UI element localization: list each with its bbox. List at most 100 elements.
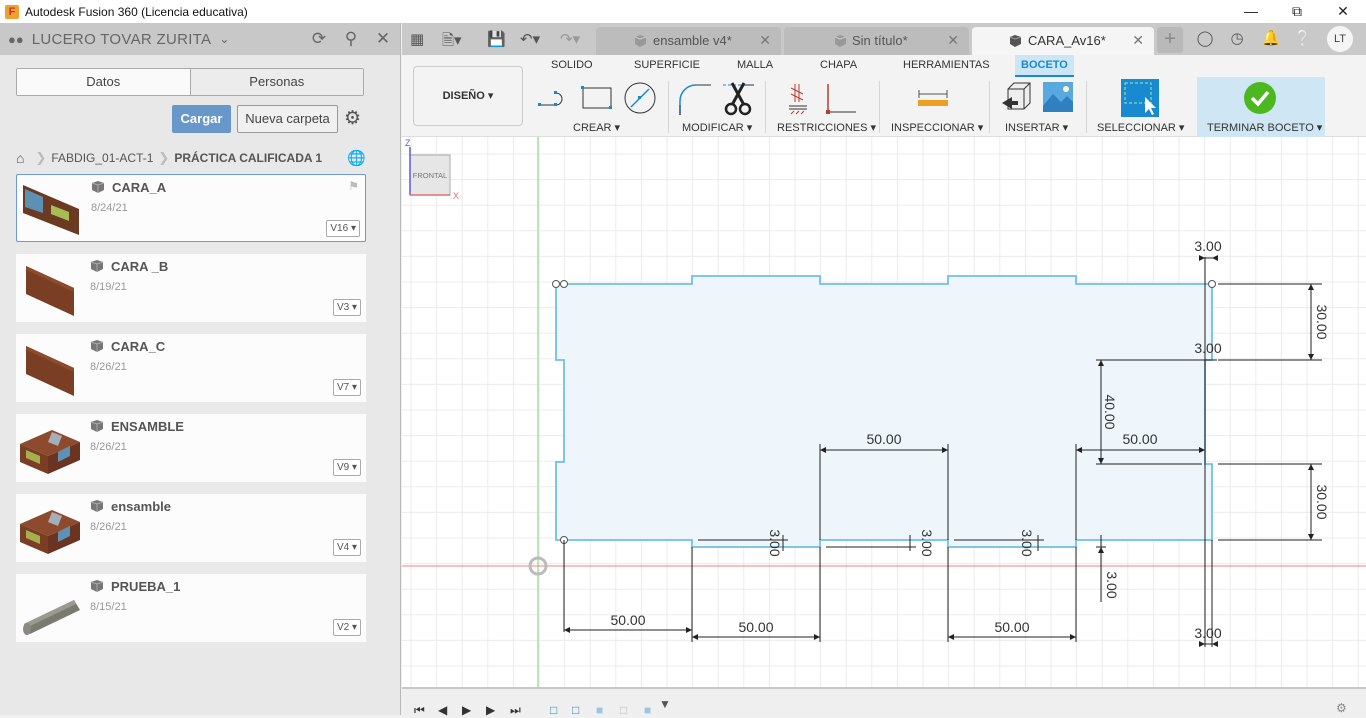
finish-sketch-icon[interactable] xyxy=(1244,82,1276,114)
file-card[interactable]: CARA_C 8/26/21 V7 ▾ xyxy=(16,334,366,402)
fillet-tool-icon[interactable] xyxy=(677,81,713,117)
dimension-value[interactable]: 3.00 xyxy=(1104,571,1120,598)
close-window-button[interactable]: ✕ xyxy=(1320,0,1366,23)
insert-image-icon[interactable] xyxy=(1043,82,1073,112)
line-tool-icon[interactable] xyxy=(536,83,572,113)
file-thumbnail[interactable] xyxy=(18,578,82,638)
file-card[interactable]: ENSAMBLE 8/26/21 V9 ▾ xyxy=(16,414,366,482)
breadcrumb-item[interactable]: FABDIG_01-ACT-1 xyxy=(51,151,153,165)
refresh-icon[interactable]: ⟳ xyxy=(310,29,328,49)
tab-superficie[interactable]: SUPERFICIE xyxy=(634,59,700,71)
flag-icon[interactable]: ⚑ xyxy=(348,179,359,193)
doc-tab-ensamble[interactable]: ensamble v4* ✕ xyxy=(596,27,781,55)
grid-menu-icon[interactable]: ▦ xyxy=(410,30,424,48)
help-icon[interactable]: ❔ xyxy=(1293,29,1313,49)
new-folder-button[interactable]: Nueva carpeta xyxy=(237,105,338,133)
doc-tab-sin-titulo[interactable]: Sin título* ✕ xyxy=(784,27,969,55)
version-dropdown[interactable]: V3 ▾ xyxy=(332,299,361,316)
dimension-value[interactable]: 3.00 xyxy=(1019,529,1035,556)
sketch-drawing[interactable]: 50.00 50.00 50.0050.00 50.0040.0030.0030.00… xyxy=(402,137,1366,687)
tab-datos[interactable]: Datos xyxy=(17,69,191,95)
timeline-marker[interactable]: ▼ xyxy=(659,697,671,711)
sketch-canvas[interactable]: 50.00 50.00 50.00 50.00 50.00 40.00 30.00 30.00… xyxy=(402,137,1366,687)
file-thumbnail[interactable] xyxy=(18,338,82,398)
circle-tool-icon[interactable] xyxy=(623,81,657,115)
tab-chapa[interactable]: CHAPA xyxy=(820,59,857,71)
file-card[interactable]: CARA_A 8/24/21 V16 ▾ ⚑ xyxy=(16,174,366,242)
tab-personas[interactable]: Personas xyxy=(190,69,363,95)
avatar[interactable]: LT xyxy=(1327,26,1353,52)
close-tab-icon[interactable]: ✕ xyxy=(759,32,771,49)
dimension-value[interactable]: 50.00 xyxy=(994,619,1029,635)
notifications-icon[interactable]: 🔔 xyxy=(1261,29,1281,49)
version-dropdown[interactable]: V2 ▾ xyxy=(332,619,361,636)
view-cube[interactable]: Z X FRONTAL xyxy=(402,137,462,203)
fix-constraint-icon[interactable] xyxy=(787,82,811,116)
sketch-point[interactable] xyxy=(1208,280,1216,288)
dimension-value[interactable]: 3.00 xyxy=(919,529,935,556)
file-name[interactable]: ensamble xyxy=(111,499,171,514)
file-menu-icon[interactable]: 🗎▾ xyxy=(442,30,462,55)
close-tab-icon[interactable]: ✕ xyxy=(947,32,959,49)
file-thumbnail[interactable] xyxy=(18,258,82,318)
undo-icon[interactable]: ↶▾ xyxy=(520,30,540,48)
file-name[interactable]: ENSAMBLE xyxy=(111,419,184,434)
coincident-constraint-icon[interactable] xyxy=(822,82,858,116)
dimension-value[interactable]: 3.00 xyxy=(1194,340,1221,356)
dimension-value[interactable]: 50.00 xyxy=(1122,431,1157,447)
inspeccionar-menu[interactable]: INSPECCIONAR ▾ xyxy=(891,121,983,134)
dimension-value[interactable]: 50.00 xyxy=(738,619,773,635)
insertar-menu[interactable]: INSERTAR ▾ xyxy=(1005,121,1068,134)
modificar-menu[interactable]: MODIFICAR ▾ xyxy=(682,121,752,134)
version-dropdown[interactable]: V7 ▾ xyxy=(332,379,361,396)
tab-boceto[interactable]: BOCETO xyxy=(1015,55,1074,77)
dimension-value[interactable]: 3.00 xyxy=(1194,238,1221,254)
dimension-value[interactable]: 40.00 xyxy=(1102,394,1118,429)
dimension-value[interactable]: 30.00 xyxy=(1314,304,1330,339)
tab-malla[interactable]: MALLA xyxy=(737,59,773,71)
timeline-settings-icon[interactable]: ⚙ xyxy=(1336,701,1347,715)
workspace-dropdown[interactable]: DISEÑO ▾ xyxy=(413,66,523,126)
timeline-first-button[interactable]: ⏮ xyxy=(414,703,425,718)
file-name[interactable]: CARA_C xyxy=(111,339,165,354)
file-thumbnail[interactable] xyxy=(18,418,82,478)
chevron-down-icon[interactable]: ⌄ xyxy=(219,32,229,46)
gear-icon[interactable]: ⚙ xyxy=(344,107,361,130)
close-tab-icon[interactable]: ✕ xyxy=(1132,32,1144,49)
file-name[interactable]: PRUEBA_1 xyxy=(111,579,180,594)
doc-tab-cara-a[interactable]: CARA_Av16* ✕ xyxy=(972,27,1154,55)
version-dropdown[interactable]: V4 ▾ xyxy=(332,539,361,556)
file-card[interactable]: ensamble 8/26/21 V4 ▾ xyxy=(16,494,366,562)
user-menu[interactable]: LUCERO TOVAR ZURITA xyxy=(32,31,212,48)
sketch-point[interactable] xyxy=(560,280,568,288)
select-tool-icon[interactable] xyxy=(1121,79,1159,117)
close-icon[interactable]: ✕ xyxy=(374,29,392,49)
restricciones-menu[interactable]: RESTRICCIONES ▾ xyxy=(777,121,876,134)
extensions-icon[interactable]: ◯ xyxy=(1195,29,1215,49)
sketch-point[interactable] xyxy=(552,280,560,288)
tab-solido[interactable]: SOLIDO xyxy=(551,59,593,71)
minimize-button[interactable]: — xyxy=(1228,0,1274,23)
home-icon[interactable]: ⌂ xyxy=(16,150,24,166)
insert-derive-icon[interactable] xyxy=(1000,81,1032,115)
file-name[interactable]: CARA_A xyxy=(112,180,166,195)
version-dropdown[interactable]: V9 ▾ xyxy=(332,459,361,476)
new-tab-button[interactable]: + xyxy=(1157,27,1183,53)
timeline-last-button[interactable]: ⏭ xyxy=(510,703,521,718)
redo-icon[interactable]: ↷▾ xyxy=(560,30,580,48)
globe-eye-icon[interactable]: 🌐 xyxy=(347,149,366,167)
dimension-value[interactable]: 50.00 xyxy=(866,431,901,447)
file-thumbnail[interactable] xyxy=(18,498,82,558)
upload-button[interactable]: Cargar xyxy=(172,105,231,133)
rectangle-tool-icon[interactable] xyxy=(580,85,614,111)
search-icon[interactable]: ⚲ xyxy=(342,29,360,49)
dimension-value[interactable]: 3.00 xyxy=(767,529,783,556)
finish-sketch-menu[interactable]: TERMINAR BOCETO ▾ xyxy=(1207,121,1322,134)
dimension-value[interactable]: 30.00 xyxy=(1314,484,1330,519)
file-thumbnail[interactable] xyxy=(19,179,83,239)
trim-tool-icon[interactable] xyxy=(722,81,756,117)
version-dropdown[interactable]: V16 ▾ xyxy=(326,220,360,237)
dimension-value[interactable]: 3.00 xyxy=(1194,625,1221,641)
file-name[interactable]: CARA _B xyxy=(111,259,168,274)
measure-tool-icon[interactable] xyxy=(918,88,948,108)
